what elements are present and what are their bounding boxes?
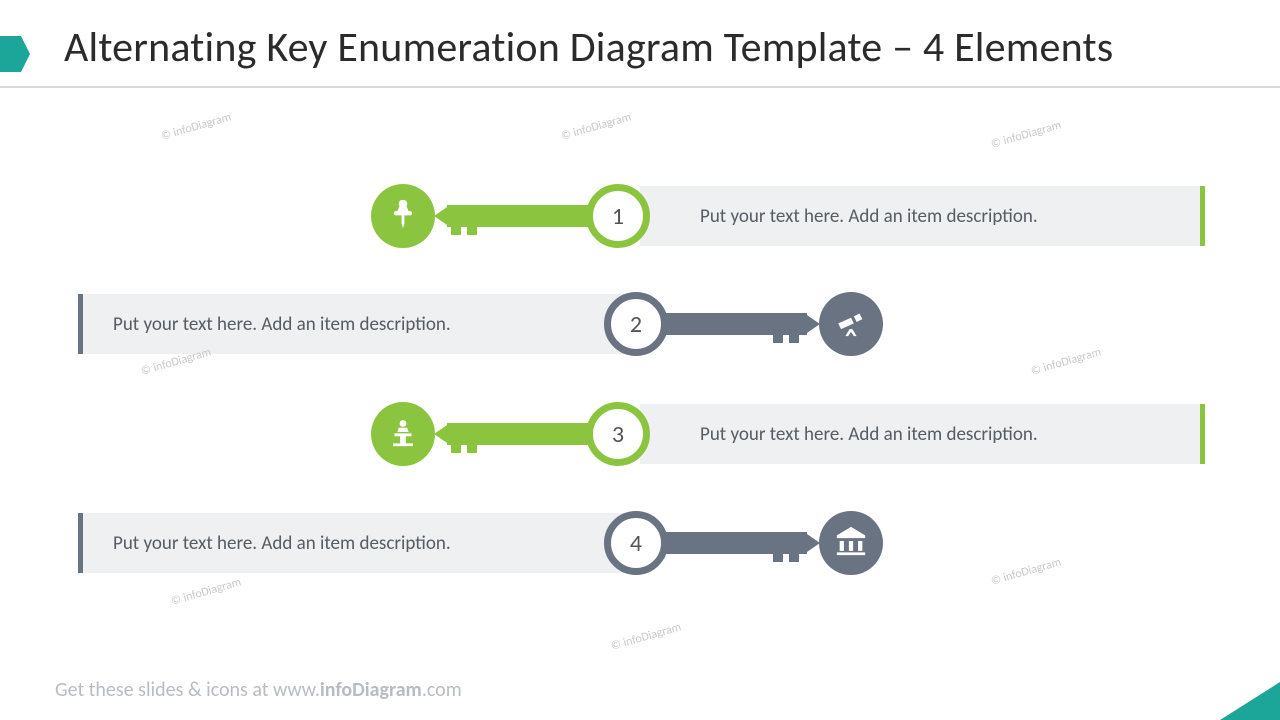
enum-row-3-text: Put your text here. Add an item descript… <box>700 423 1038 446</box>
title-accent-notch <box>0 36 30 72</box>
enum-row-1-text: Put your text here. Add an item descript… <box>700 205 1038 228</box>
slide-title: Alternating Key Enumeration Diagram Temp… <box>64 22 1256 73</box>
watermark: © infoDiagram <box>1029 345 1102 378</box>
key-teeth <box>769 532 807 554</box>
title-area: Alternating Key Enumeration Diagram Temp… <box>64 22 1256 73</box>
key-tip <box>804 532 820 554</box>
enum-row-4-text: Put your text here. Add an item descript… <box>113 532 451 555</box>
telescope-icon <box>834 305 868 344</box>
speaker-icon <box>386 415 420 454</box>
slide: Alternating Key Enumeration Diagram Temp… <box>0 0 1280 720</box>
footer-credit: Get these slides & icons at www.infoDiag… <box>55 678 462 702</box>
watermark: © infoDiagram <box>989 555 1062 588</box>
enum-row-4-number: 4 <box>604 511 668 575</box>
key-teeth <box>769 313 807 335</box>
key-stem <box>480 423 590 445</box>
key-stem <box>664 532 774 554</box>
enum-row-2-key: 2 <box>604 286 884 362</box>
footer-prefix: Get these slides & icons at www. <box>55 678 320 702</box>
enum-row-3-bar: Put your text here. Add an item descript… <box>640 404 1205 464</box>
title-underline <box>0 86 1280 88</box>
enum-row-4-bar: Put your text here. Add an item descript… <box>78 513 643 573</box>
enum-row-1-bar: Put your text here. Add an item descript… <box>640 186 1205 246</box>
watermark: © infoDiagram <box>169 575 242 608</box>
watermark: © infoDiagram <box>989 118 1062 151</box>
pushpin-icon <box>386 197 420 236</box>
bank-icon <box>834 524 868 563</box>
enum-row-4-icon-circle <box>819 511 883 575</box>
enum-row-3-key: 3 <box>370 396 650 472</box>
enum-row-1-number: 1 <box>586 184 650 248</box>
enum-row-1-icon-circle <box>371 184 435 248</box>
enum-row-2-number: 2 <box>604 292 668 356</box>
enum-row-3-number: 3 <box>586 402 650 466</box>
enum-row-3-icon-circle <box>371 402 435 466</box>
enum-row-2-bar: Put your text here. Add an item descript… <box>78 294 643 354</box>
enum-row-4-key: 4 <box>604 505 884 581</box>
key-stem <box>480 205 590 227</box>
footer-suffix: .com <box>422 678 462 702</box>
enum-row-2-icon-circle <box>819 292 883 356</box>
watermark: © infoDiagram <box>159 110 232 143</box>
corner-accent <box>1220 682 1280 720</box>
enum-row-2-text: Put your text here. Add an item descript… <box>113 313 451 336</box>
key-tip <box>804 313 820 335</box>
watermark: © infoDiagram <box>609 620 682 653</box>
enum-row-1-key: 1 <box>370 178 650 254</box>
footer-bold: infoDiagram <box>320 678 422 702</box>
watermark: © infoDiagram <box>559 110 632 143</box>
key-stem <box>664 313 774 335</box>
